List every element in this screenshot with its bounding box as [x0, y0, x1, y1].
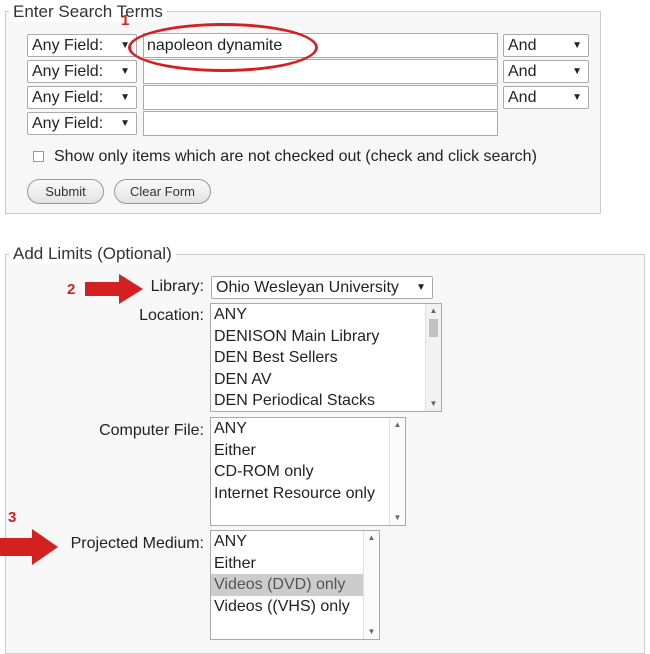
scroll-up-icon[interactable]: ▲: [426, 304, 441, 318]
field-select-2-value: Any Field:: [32, 63, 104, 80]
search-term-input-4[interactable]: [143, 111, 498, 136]
scroll-up-icon[interactable]: ▲: [390, 418, 405, 432]
annotation-marker-2: 2: [67, 281, 76, 298]
projected-medium-option[interactable]: Either: [211, 553, 379, 575]
limits-legend: Add Limits (Optional): [9, 244, 176, 264]
location-scrollbar[interactable]: ▲ ▼: [425, 304, 441, 411]
scroll-down-icon[interactable]: ▼: [364, 625, 379, 639]
computer-file-scrollbar[interactable]: ▲ ▼: [389, 418, 405, 525]
projected-medium-label: Projected Medium:: [70, 535, 204, 552]
projected-medium-option-selected[interactable]: Videos (DVD) only: [211, 574, 379, 596]
computer-file-option[interactable]: Either: [211, 440, 405, 462]
chevron-down-icon: ▼: [120, 92, 130, 103]
chevron-down-icon: ▼: [572, 40, 582, 51]
field-select-2[interactable]: Any Field: ▼: [27, 60, 137, 83]
operator-select-3[interactable]: And ▼: [503, 86, 589, 109]
chevron-down-icon: ▼: [416, 282, 426, 293]
search-term-input-3[interactable]: [143, 85, 498, 110]
search-terms-legend: Enter Search Terms: [9, 2, 167, 22]
clear-form-button[interactable]: Clear Form: [114, 179, 211, 204]
chevron-down-icon: ▼: [120, 66, 130, 77]
scroll-up-icon[interactable]: ▲: [364, 531, 379, 545]
annotation-marker-1: 1: [121, 12, 130, 29]
operator-select-2-value: And: [508, 63, 537, 80]
computer-file-option[interactable]: CD-ROM only: [211, 461, 405, 483]
available-only-label: Show only items which are not checked ou…: [54, 148, 537, 165]
chevron-down-icon: ▼: [572, 92, 582, 103]
operator-select-1[interactable]: And ▼: [503, 34, 589, 57]
library-select-value: Ohio Wesleyan University: [216, 279, 399, 296]
annotation-marker-3: 3: [8, 509, 17, 526]
location-option[interactable]: DENISON Main Library: [211, 326, 441, 348]
chevron-down-icon: ▼: [120, 118, 130, 129]
available-only-checkbox[interactable]: [33, 151, 44, 162]
projected-medium-option[interactable]: ANY: [211, 531, 379, 553]
library-label: Library:: [150, 278, 204, 295]
location-label: Location:: [139, 307, 204, 324]
scroll-down-icon[interactable]: ▼: [390, 511, 405, 525]
projected-medium-option[interactable]: Videos ((VHS) only: [211, 596, 379, 618]
chevron-down-icon: ▼: [572, 66, 582, 77]
scroll-down-icon[interactable]: ▼: [426, 397, 441, 411]
field-select-1[interactable]: Any Field: ▼: [27, 34, 137, 57]
field-select-4-value: Any Field:: [32, 115, 104, 132]
computer-file-label: Computer File:: [99, 422, 204, 439]
field-select-3-value: Any Field:: [32, 89, 104, 106]
projected-medium-listbox[interactable]: ANY Either Videos (DVD) only Videos ((VH…: [210, 530, 380, 640]
operator-select-1-value: And: [508, 37, 537, 54]
computer-file-listbox[interactable]: ANY Either CD-ROM only Internet Resource…: [210, 417, 406, 526]
operator-select-2[interactable]: And ▼: [503, 60, 589, 83]
operator-select-3-value: And: [508, 89, 537, 106]
location-option[interactable]: DEN Periodical Stacks: [211, 390, 441, 411]
library-select[interactable]: Ohio Wesleyan University ▼: [211, 276, 433, 299]
submit-button[interactable]: Submit: [27, 179, 104, 204]
location-option[interactable]: DEN AV: [211, 369, 441, 391]
field-select-3[interactable]: Any Field: ▼: [27, 86, 137, 109]
projected-medium-scrollbar[interactable]: ▲ ▼: [363, 531, 379, 639]
computer-file-option[interactable]: ANY: [211, 418, 405, 440]
location-listbox[interactable]: ANY DENISON Main Library DEN Best Seller…: [210, 303, 442, 412]
field-select-1-value: Any Field:: [32, 37, 104, 54]
computer-file-option[interactable]: Internet Resource only: [211, 483, 405, 505]
scrollbar-thumb[interactable]: [429, 319, 438, 337]
location-option[interactable]: ANY: [211, 304, 441, 326]
location-option[interactable]: DEN Best Sellers: [211, 347, 441, 369]
annotation-oval: [128, 23, 318, 72]
field-select-4[interactable]: Any Field: ▼: [27, 112, 137, 135]
